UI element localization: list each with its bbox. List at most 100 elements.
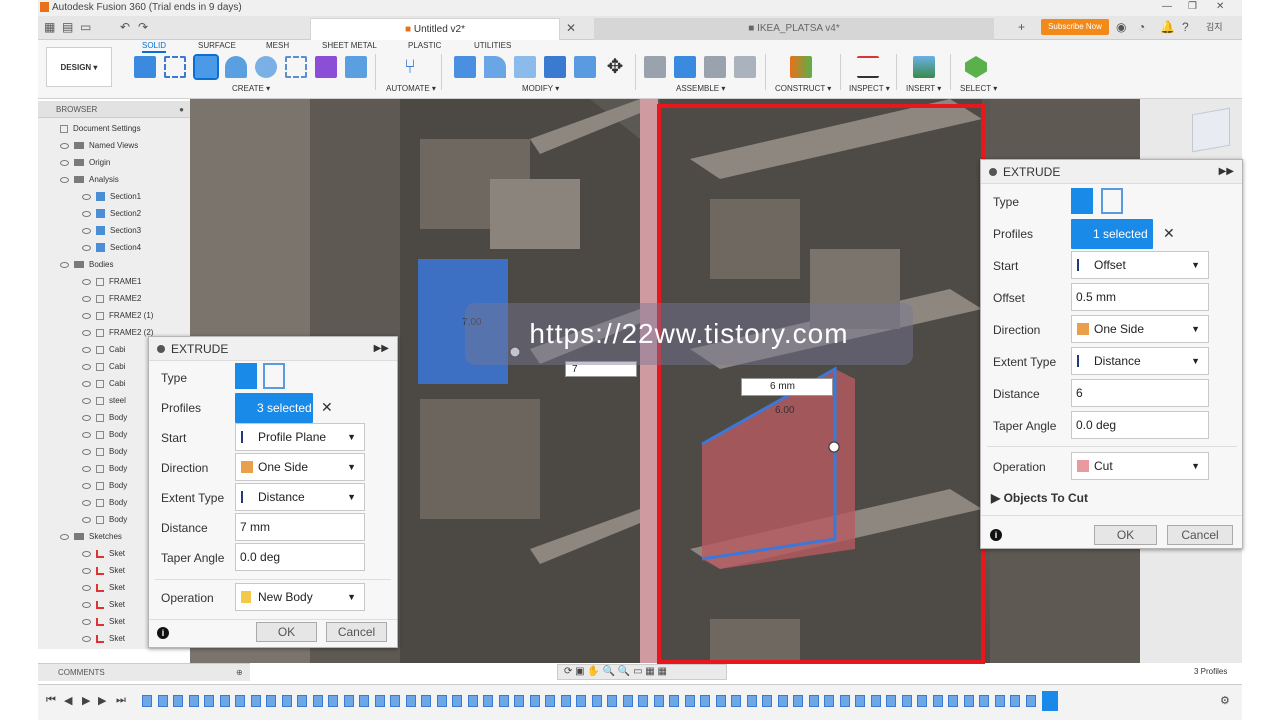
timeline-feature-icon[interactable] bbox=[421, 695, 431, 707]
new-tab-icon[interactable]: + bbox=[1018, 20, 1025, 34]
profiles-select-button[interactable]: 3 selected bbox=[235, 393, 313, 423]
timeline-feature-icon[interactable] bbox=[483, 695, 493, 707]
file-icon[interactable]: ▤ bbox=[62, 20, 73, 34]
fillet-icon[interactable] bbox=[484, 56, 506, 78]
browser-item[interactable]: Body bbox=[82, 410, 127, 426]
timeline-feature-icon[interactable] bbox=[235, 695, 245, 707]
timeline-feature-icon[interactable] bbox=[886, 695, 896, 707]
timeline-feature-icon[interactable] bbox=[204, 695, 214, 707]
visibility-eye-icon[interactable] bbox=[60, 261, 69, 268]
operation-dropdown[interactable]: New Body ▼ bbox=[235, 583, 365, 611]
visibility-eye-icon[interactable] bbox=[82, 346, 91, 353]
create-menu[interactable]: CREATE ▾ bbox=[232, 84, 270, 93]
visibility-eye-icon[interactable] bbox=[82, 193, 91, 200]
timeline-feature-icon[interactable] bbox=[359, 695, 369, 707]
timeline-feature-icon[interactable] bbox=[948, 695, 958, 707]
timeline-feature-icon[interactable] bbox=[684, 695, 695, 707]
browser-item[interactable]: FRAME2 (1) bbox=[82, 308, 153, 324]
navigation-bar[interactable]: ⟳ ▣ ✋ 🔍 🔍 ▭ ▦ ▦ bbox=[557, 664, 727, 680]
visibility-eye-icon[interactable] bbox=[82, 567, 91, 574]
browser-collapse-icon[interactable]: ● bbox=[179, 101, 184, 118]
close-tab-icon[interactable]: ✕ bbox=[566, 21, 576, 35]
timeline-feature-icon[interactable] bbox=[855, 695, 865, 707]
modify-menu[interactable]: MODIFY ▾ bbox=[522, 84, 559, 93]
notifications-icon[interactable]: 🔔 bbox=[1160, 20, 1175, 34]
visibility-eye-icon[interactable] bbox=[82, 414, 91, 421]
browser-item[interactable]: Cabi bbox=[82, 342, 125, 358]
visibility-eye-icon[interactable] bbox=[82, 482, 91, 489]
visibility-eye-icon[interactable] bbox=[82, 380, 91, 387]
step-forward-icon[interactable]: ▶ bbox=[98, 694, 106, 707]
go-to-end-icon[interactable]: ⏭ bbox=[116, 694, 126, 707]
expand-icon[interactable]: ▶▶ bbox=[1219, 160, 1234, 184]
browser-item[interactable]: Body bbox=[82, 495, 127, 511]
timeline-feature-icon[interactable] bbox=[994, 695, 1005, 707]
visibility-eye-icon[interactable] bbox=[82, 499, 91, 506]
new-component-icon[interactable] bbox=[134, 56, 156, 78]
clear-selection-icon[interactable]: ✕ bbox=[1163, 225, 1175, 242]
visibility-eye-icon[interactable] bbox=[82, 244, 91, 251]
browser-item[interactable]: Body bbox=[82, 427, 127, 443]
inspect-menu[interactable]: INSPECT ▾ bbox=[849, 84, 890, 93]
timeline-feature-icon[interactable] bbox=[390, 695, 400, 707]
extent-type-dropdown[interactable]: Distance ▼ bbox=[1071, 347, 1209, 375]
timeline-feature-icon[interactable] bbox=[901, 695, 912, 707]
browser-item[interactable]: Section1 bbox=[82, 189, 141, 205]
hole-icon[interactable] bbox=[255, 56, 277, 78]
timeline-feature-icon[interactable] bbox=[405, 695, 416, 707]
timeline-feature-icon[interactable] bbox=[343, 695, 354, 707]
timeline-feature-icon[interactable] bbox=[157, 695, 168, 707]
info-icon[interactable]: i bbox=[157, 627, 169, 639]
visibility-eye-icon[interactable] bbox=[82, 431, 91, 438]
combine-icon[interactable] bbox=[574, 56, 596, 78]
browser-item[interactable]: Section3 bbox=[82, 223, 141, 239]
comments-add-icon[interactable]: ⊕ bbox=[236, 664, 243, 682]
timeline-feature-icon[interactable] bbox=[1025, 695, 1036, 707]
browser-item[interactable]: Cabi bbox=[82, 359, 125, 375]
visibility-eye-icon[interactable] bbox=[82, 295, 91, 302]
visibility-eye-icon[interactable] bbox=[82, 227, 91, 234]
timeline-feature-icon[interactable] bbox=[173, 695, 183, 707]
tab-surface[interactable]: SURFACE bbox=[198, 41, 236, 50]
visibility-eye-icon[interactable] bbox=[82, 397, 91, 404]
workspace-switcher[interactable]: DESIGN ▾ bbox=[46, 47, 112, 87]
browser-item[interactable]: steel bbox=[82, 393, 126, 409]
press-pull-icon[interactable] bbox=[454, 56, 476, 78]
automate-icon[interactable]: ⑂ bbox=[399, 56, 421, 78]
save-icon[interactable]: ▭ bbox=[80, 20, 91, 34]
timeline-feature-icon[interactable] bbox=[591, 695, 602, 707]
timeline-feature-icon[interactable] bbox=[576, 695, 586, 707]
timeline-feature-icon[interactable] bbox=[281, 695, 292, 707]
timeline-feature-icon[interactable] bbox=[467, 695, 478, 707]
timeline-feature-icon[interactable] bbox=[870, 695, 881, 707]
timeline-feature-icon[interactable] bbox=[545, 695, 555, 707]
timeline-feature-icon[interactable] bbox=[917, 695, 927, 707]
timeline-settings-icon[interactable]: ⚙ bbox=[1220, 694, 1230, 707]
timeline-feature-icon[interactable] bbox=[266, 695, 276, 707]
joint-origin-icon[interactable] bbox=[734, 56, 756, 78]
visibility-eye-icon[interactable] bbox=[82, 210, 91, 217]
browser-item[interactable]: Body bbox=[82, 478, 127, 494]
timeline-feature-icon[interactable] bbox=[700, 695, 710, 707]
browser-item[interactable]: FRAME1 bbox=[82, 274, 141, 290]
job-status-icon[interactable]: ◔ bbox=[1138, 20, 1145, 34]
direction-dropdown[interactable]: One Side ▼ bbox=[1071, 315, 1209, 343]
timeline-feature-icon[interactable] bbox=[979, 695, 989, 707]
cancel-button[interactable]: Cancel bbox=[1167, 525, 1233, 545]
browser-item[interactable]: Sket bbox=[82, 563, 125, 579]
tab-solid[interactable]: SOLID bbox=[142, 41, 167, 53]
timeline-feature-icon[interactable] bbox=[746, 695, 757, 707]
tab-utilities[interactable]: UTILITIES bbox=[474, 41, 511, 50]
visibility-eye-icon[interactable] bbox=[82, 448, 91, 455]
view-cube[interactable] bbox=[1192, 107, 1230, 153]
start-dropdown[interactable]: Offset ▼ bbox=[1071, 251, 1209, 279]
browser-item[interactable]: Sket bbox=[82, 631, 125, 647]
comments-panel[interactable]: COMMENTS ⊕ bbox=[38, 663, 250, 681]
create-sketch-icon[interactable] bbox=[164, 56, 186, 78]
as-built-joint-icon[interactable] bbox=[704, 56, 726, 78]
automate-menu[interactable]: AUTOMATE ▾ bbox=[386, 84, 436, 93]
timeline-feature-icon[interactable] bbox=[1010, 695, 1020, 707]
type-thin-button[interactable] bbox=[1101, 188, 1123, 214]
timeline-feature-icon[interactable] bbox=[374, 695, 385, 707]
type-solid-button[interactable] bbox=[1071, 188, 1093, 214]
